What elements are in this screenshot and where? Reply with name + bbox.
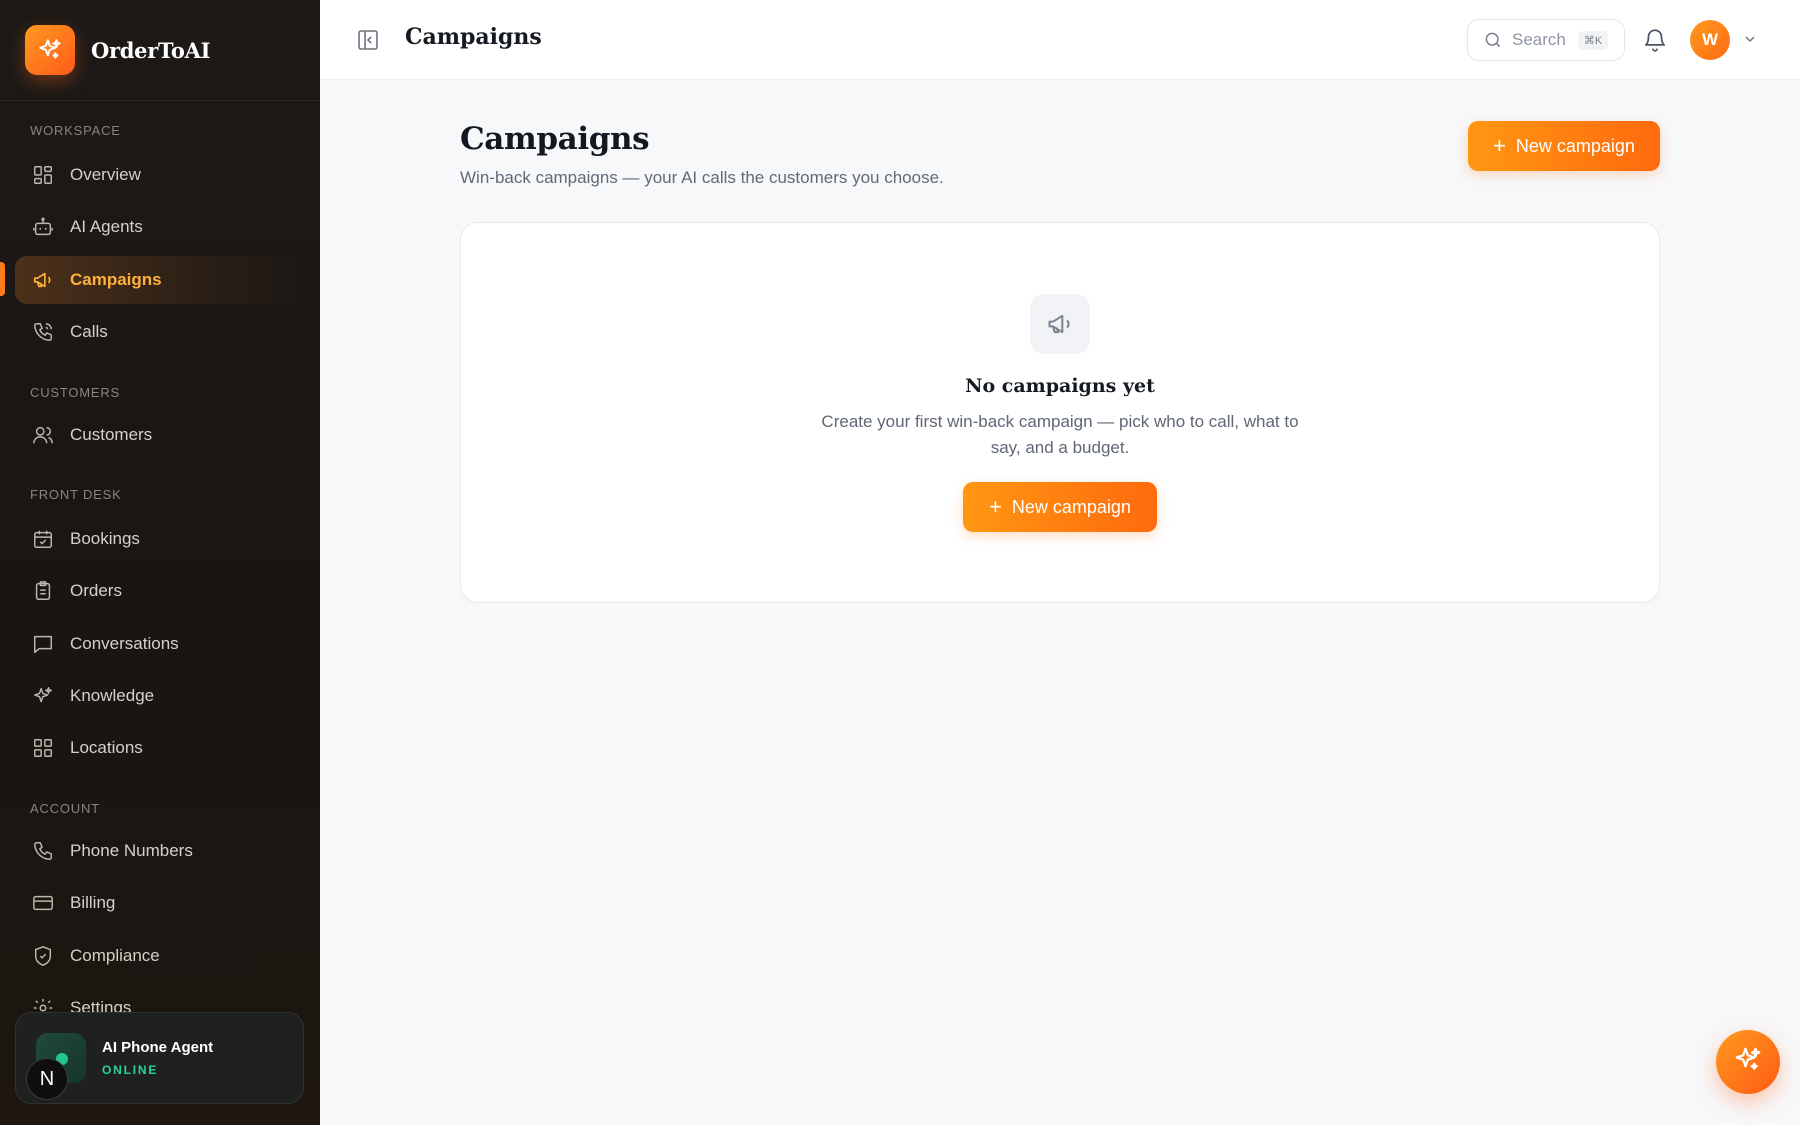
sidebar-item-phone-numbers[interactable]: Phone Numbers — [15, 827, 305, 875]
sidebar-item-customers[interactable]: Customers — [15, 411, 305, 459]
sparkles-icon — [25, 25, 75, 75]
sidebar-item-billing[interactable]: Billing — [15, 879, 305, 927]
search-icon — [1483, 30, 1503, 50]
sidebar-item-label: Conversations — [70, 634, 179, 653]
section-label-front-desk: FRONT DESK — [30, 487, 122, 502]
sidebar-item-overview[interactable]: Overview — [15, 151, 305, 199]
users-icon — [30, 422, 56, 448]
n-badge[interactable]: N — [26, 1058, 68, 1100]
sidebar-item-label: Customers — [70, 425, 153, 444]
sidebar-item-bookings[interactable]: Bookings — [15, 515, 305, 563]
sidebar-item-label: Locations — [70, 738, 143, 757]
agent-name: AI Phone Agent — [102, 1039, 214, 1056]
sidebar-item-label: Orders — [70, 581, 122, 600]
sidebar-item-label: Billing — [70, 893, 116, 912]
section-label-account: ACCOUNT — [30, 801, 100, 816]
clipboard-icon — [30, 578, 56, 604]
search-placeholder: Search — [1512, 30, 1566, 49]
search-input[interactable]: Search ⌘K — [1467, 19, 1625, 61]
sidebar-toggle-icon[interactable] — [356, 28, 380, 52]
sparkles-icon — [1733, 1045, 1763, 1079]
button-label: New campaign — [1011, 496, 1131, 517]
section-label-customers: CUSTOMERS — [30, 385, 121, 400]
sidebar-item-compliance[interactable]: Compliance — [15, 932, 305, 980]
sparkles-icon — [30, 683, 56, 709]
grid-icon — [30, 735, 56, 761]
sidebar-item-locations[interactable]: Locations — [15, 724, 305, 772]
sidebar-item-label: Compliance — [70, 946, 160, 965]
empty-state-title: No campaigns yet — [965, 375, 1155, 397]
bell-icon[interactable] — [1642, 27, 1668, 53]
ai-assistant-button[interactable] — [1716, 1030, 1780, 1094]
calendar-icon — [30, 526, 56, 552]
grid-icon — [30, 162, 56, 188]
sidebar-item-label: Calls — [70, 322, 108, 341]
page-title: Campaigns — [460, 121, 650, 157]
agent-status: ONLINE — [102, 1063, 159, 1077]
sidebar-item-conversations[interactable]: Conversations — [15, 620, 305, 668]
section-label-workspace: WORKSPACE — [30, 123, 121, 138]
phone-call-icon — [30, 319, 56, 345]
plus-icon: + — [1493, 133, 1506, 158]
sidebar-item-label: Bookings — [70, 529, 140, 548]
chat-icon — [30, 631, 56, 657]
user-avatar[interactable]: W — [1690, 20, 1730, 60]
empty-state-new-campaign-button[interactable]: + New campaign — [963, 482, 1157, 532]
shield-check-icon — [30, 943, 56, 969]
sidebar-item-knowledge[interactable]: Knowledge — [15, 672, 305, 720]
chevron-down-icon[interactable] — [1742, 31, 1758, 47]
phone-icon — [30, 838, 56, 864]
credit-card-icon — [30, 890, 56, 916]
new-campaign-button[interactable]: + New campaign — [1468, 121, 1660, 171]
empty-state-description: Create your first win-back campaign — pi… — [821, 412, 1299, 457]
divider — [0, 100, 320, 101]
page-subtitle: Win-back campaigns — your AI calls the c… — [460, 168, 944, 187]
sidebar-item-orders[interactable]: Orders — [15, 567, 305, 615]
plus-icon: + — [989, 494, 1002, 519]
robot-icon — [30, 214, 56, 240]
sidebar-item-calls[interactable]: Calls — [15, 308, 305, 356]
megaphone-icon — [1030, 294, 1090, 354]
topbar-title: Campaigns — [405, 24, 542, 50]
active-indicator — [0, 262, 5, 296]
sidebar: OrderToAI WORKSPACE Overview AI Agents C… — [0, 0, 320, 1125]
sidebar-item-ai-agents[interactable]: AI Agents — [15, 203, 305, 251]
brand-name: OrderToAI — [91, 37, 211, 63]
sidebar-item-label: Phone Numbers — [70, 841, 193, 860]
sidebar-item-label: Overview — [70, 165, 141, 184]
button-label: New campaign — [1515, 135, 1635, 156]
topbar: Campaigns Search ⌘K W — [320, 0, 1800, 80]
brand[interactable]: OrderToAI — [25, 25, 210, 75]
sidebar-item-label: AI Agents — [70, 217, 143, 236]
keyboard-shortcut-badge: ⌘K — [1577, 30, 1609, 50]
megaphone-icon — [30, 267, 56, 293]
sidebar-item-label: Campaigns — [70, 270, 162, 289]
sidebar-item-label: Knowledge — [70, 686, 155, 705]
sidebar-item-campaigns[interactable]: Campaigns — [15, 256, 305, 304]
